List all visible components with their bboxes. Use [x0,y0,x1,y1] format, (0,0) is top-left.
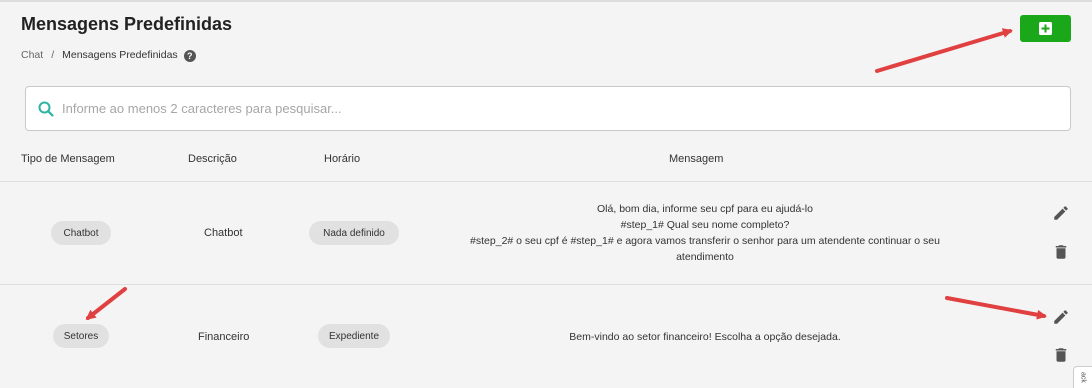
edit-icon[interactable] [1052,308,1070,326]
search-box[interactable] [25,86,1071,131]
annotation-arrow [85,287,127,320]
breadcrumb-current: Mensagens Predefinidas [62,49,178,61]
annotation-arrow [875,28,1013,73]
column-header-descricao[interactable]: Descrição [188,153,237,165]
message-cell: Bem-vindo ao setor financeiro! Escolha a… [440,329,970,345]
message-line: Olá, bom dia, informe seu cpf para eu aj… [597,203,813,215]
message-line: Bem-vindo ao setor financeiro! Escolha a… [569,331,841,343]
message-line: #step_2# o seu cpf é #step_1# e agora va… [470,235,940,247]
type-chip: Setores [53,324,109,348]
breadcrumb-separator: / [51,49,55,61]
search-input[interactable] [62,101,1012,116]
add-message-button[interactable] [1020,15,1071,42]
column-header-tipo[interactable]: Tipo de Mensagem [21,153,115,165]
schedule-chip: Nada definido [309,221,399,245]
question-circle-icon[interactable]: ? [183,50,196,62]
annotation-arrow [945,296,1047,320]
description-cell: Chatbot [204,227,243,239]
breadcrumb: Chat / Mensagens Predefinidas ? [21,48,196,62]
edit-icon[interactable] [1052,204,1070,222]
edge-tab[interactable]: ack [1073,366,1092,388]
trash-icon[interactable] [1052,243,1070,261]
trash-icon[interactable] [1052,346,1070,364]
header-divider [0,181,1092,182]
row-divider [0,284,1092,285]
column-header-mensagem[interactable]: Mensagem [669,153,723,165]
type-chip: Chatbot [51,221,111,245]
message-line: atendimento [676,251,734,263]
plus-square-icon [1039,22,1052,35]
search-icon [38,101,54,117]
top-border [0,0,1092,2]
description-cell: Financeiro [198,331,250,343]
schedule-chip: Expediente [318,324,390,348]
message-line: #step_1# Qual seu nome completo? [620,219,790,231]
message-cell: Olá, bom dia, informe seu cpf para eu aj… [440,201,970,265]
column-header-horario[interactable]: Horário [324,153,360,165]
page-title: Mensagens Predefinidas [21,14,233,34]
breadcrumb-chat-link[interactable]: Chat [21,49,43,61]
